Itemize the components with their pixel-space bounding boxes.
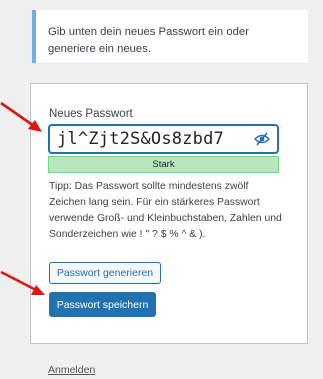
notice-text: Gib unten dein neues Passwort ein oder g… [48, 26, 249, 55]
annotation-arrow-password [0, 101, 42, 132]
save-password-button[interactable]: Passwort speichern [49, 292, 156, 317]
info-notice: Gib unten dein neues Passwort ein oder g… [32, 10, 308, 63]
password-strength-indicator: Stark [48, 156, 279, 173]
password-field[interactable]: jl^Zjt2S&Os8zbd7 [48, 124, 279, 154]
generate-password-button[interactable]: Passwort generieren [49, 262, 161, 284]
eye-slash-icon[interactable] [247, 126, 277, 152]
password-input[interactable]: jl^Zjt2S&Os8zbd7 [50, 129, 247, 149]
password-label: Neues Passwort [49, 108, 133, 120]
password-hint: Tipp: Das Passwort sollte mindestens zwö… [49, 181, 282, 240]
reset-password-form: Neues Passwort jl^Zjt2S&Os8zbd7 Stark Ti… [30, 83, 308, 344]
login-link[interactable]: Anmelden [48, 364, 95, 376]
annotation-arrow-save [0, 270, 45, 295]
